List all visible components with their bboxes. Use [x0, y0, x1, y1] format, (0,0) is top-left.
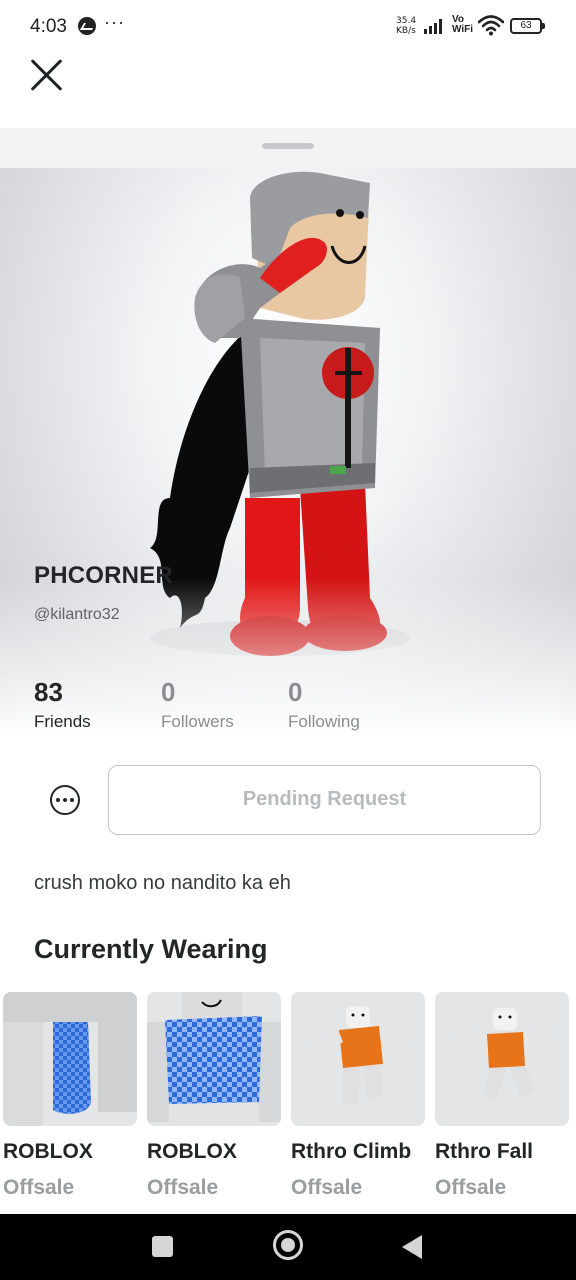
- network-speed-unit: KB/s: [396, 26, 416, 36]
- signal-icon: [424, 18, 446, 34]
- profile-sheet: PHCORNER @kilantro32 83 Friends 0 Follow…: [0, 128, 576, 1214]
- item-name: Rthro Climb: [291, 1140, 412, 1163]
- status-bar: 4:03 ··· 35.4 KB/s Vo WiFi 63: [0, 0, 576, 54]
- wearing-items-list: ROBLOX Offsale ROBLOX Offsale Rthro Clim…: [3, 992, 576, 1212]
- item-thumbnail: [147, 992, 281, 1126]
- item-price: Offsale: [435, 1176, 507, 1199]
- status-time: 4:03: [30, 16, 67, 37]
- back-button[interactable]: [402, 1235, 422, 1259]
- username: @kilantro32: [34, 606, 120, 623]
- recents-button[interactable]: [152, 1236, 173, 1257]
- following-count: 0: [288, 677, 303, 707]
- display-name: PHCORNER: [34, 562, 173, 589]
- item-price: Offsale: [291, 1176, 363, 1199]
- stats-row: 83 Friends 0 Followers 0 Following: [34, 678, 554, 734]
- close-button[interactable]: [28, 56, 66, 94]
- system-nav-bar: [0, 1214, 576, 1280]
- wearing-item[interactable]: ROBLOX Offsale: [147, 992, 281, 1200]
- stat-followers[interactable]: 0 Followers: [161, 678, 234, 732]
- wearing-item[interactable]: Rthro Fall Offsale: [435, 992, 569, 1200]
- pending-request-button[interactable]: Pending Request: [108, 765, 541, 835]
- messenger-icon: [78, 17, 96, 35]
- item-price: Offsale: [3, 1176, 75, 1199]
- item-name: ROBLOX: [147, 1140, 237, 1163]
- item-thumbnail: [291, 992, 425, 1126]
- network-speed: 35.4 KB/s: [396, 16, 416, 36]
- wifi-icon: [478, 15, 504, 36]
- item-thumbnail: [3, 992, 137, 1126]
- followers-count: 0: [161, 677, 176, 707]
- followers-label: Followers: [161, 712, 234, 731]
- friends-count: 83: [34, 677, 63, 707]
- stat-friends[interactable]: 83 Friends: [34, 678, 91, 732]
- more-notifications-icon: ···: [104, 12, 125, 32]
- stat-following[interactable]: 0 Following: [288, 678, 360, 732]
- battery-icon: 63: [510, 18, 545, 34]
- item-name: Rthro Fall: [435, 1140, 533, 1163]
- wearing-item[interactable]: Rthro Climb Offsale: [291, 992, 425, 1200]
- friends-label: Friends: [34, 712, 91, 731]
- wearing-item[interactable]: ROBLOX Offsale: [3, 992, 137, 1200]
- more-options-button[interactable]: [50, 785, 80, 815]
- item-price: Offsale: [147, 1176, 219, 1199]
- vowifi-indicator: Vo WiFi: [452, 15, 473, 35]
- item-name: ROBLOX: [3, 1140, 93, 1163]
- item-thumbnail: [435, 992, 569, 1126]
- drag-handle[interactable]: [262, 143, 314, 149]
- home-button[interactable]: [273, 1230, 303, 1260]
- following-label: Following: [288, 712, 360, 731]
- avatar-stage: PHCORNER @kilantro32 83 Friends 0 Follow…: [0, 128, 576, 738]
- vowifi-wifi: WiFi: [452, 24, 474, 35]
- profile-bio: crush moko no nandito ka eh: [34, 872, 291, 894]
- network-speed-value: 35.4: [396, 16, 417, 26]
- currently-wearing-title: Currently Wearing: [34, 934, 268, 964]
